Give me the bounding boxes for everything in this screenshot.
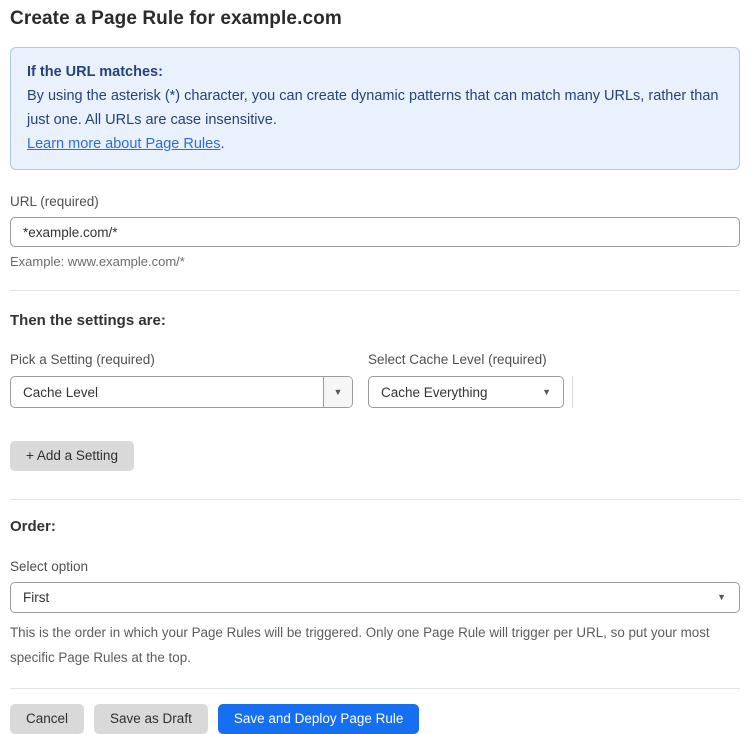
setting-picker-dropdown[interactable]: Cache Level ▼: [10, 376, 353, 408]
order-section: Order: Select option First ▼ This is the…: [10, 518, 740, 670]
setting-picker-label: Pick a Setting (required): [10, 352, 155, 367]
divider: [10, 499, 740, 500]
chevron-down-icon[interactable]: ▼: [542, 387, 563, 397]
cache-level-dropdown[interactable]: Cache Everything ▼: [368, 376, 564, 408]
chevron-down-icon[interactable]: ▼: [717, 593, 739, 602]
url-field-label: URL (required): [10, 194, 99, 209]
divider: [10, 290, 740, 291]
setting-picker-field: Pick a Setting (required) Cache Level ▼: [10, 352, 353, 408]
settings-heading: Then the settings are:: [10, 312, 166, 329]
order-heading: Order:: [10, 518, 56, 535]
info-box-link-line: Learn more about Page Rules.: [27, 132, 723, 156]
order-helper-text: This is the order in which your Page Rul…: [10, 625, 710, 665]
order-value: First: [23, 590, 50, 605]
settings-section: Then the settings are: Pick a Setting (r…: [10, 312, 740, 471]
settings-row: Pick a Setting (required) Cache Level ▼ …: [10, 352, 740, 408]
cache-level-field: Select Cache Level (required) Cache Ever…: [353, 352, 564, 408]
save-and-deploy-button[interactable]: Save and Deploy Page Rule: [217, 704, 420, 734]
link-period: .: [220, 136, 225, 152]
cache-level-value: Cache Everything: [381, 384, 488, 400]
add-setting-button[interactable]: + Add a Setting: [10, 441, 134, 471]
setting-picker-value: Cache Level: [23, 384, 99, 400]
cache-level-label: Select Cache Level (required): [368, 352, 547, 367]
info-box-heading: If the URL matches:: [27, 64, 163, 80]
url-input[interactable]: [10, 217, 740, 247]
url-match-info-box: If the URL matches: By using the asteris…: [10, 47, 740, 170]
page-title: Create a Page Rule for example.com: [10, 8, 342, 29]
info-box-body: By using the asterisk (*) character, you…: [27, 88, 719, 128]
learn-more-link[interactable]: Learn more about Page Rules: [27, 136, 220, 152]
cancel-button[interactable]: Cancel: [10, 704, 85, 734]
url-field-group: URL (required) Example: www.example.com/…: [10, 194, 740, 269]
divider: [10, 688, 740, 689]
save-as-draft-button[interactable]: Save as Draft: [94, 704, 208, 734]
order-select-label: Select option: [10, 559, 89, 574]
settings-divider-line: [572, 376, 573, 408]
url-field-helper: Example: www.example.com/*: [10, 254, 185, 269]
create-page-rule-form: Create a Page Rule for example.com If th…: [0, 0, 750, 734]
order-dropdown[interactable]: First ▼: [10, 582, 740, 613]
chevron-down-icon[interactable]: ▼: [323, 377, 352, 407]
form-actions: Cancel Save as Draft Save and Deploy Pag…: [10, 704, 740, 734]
